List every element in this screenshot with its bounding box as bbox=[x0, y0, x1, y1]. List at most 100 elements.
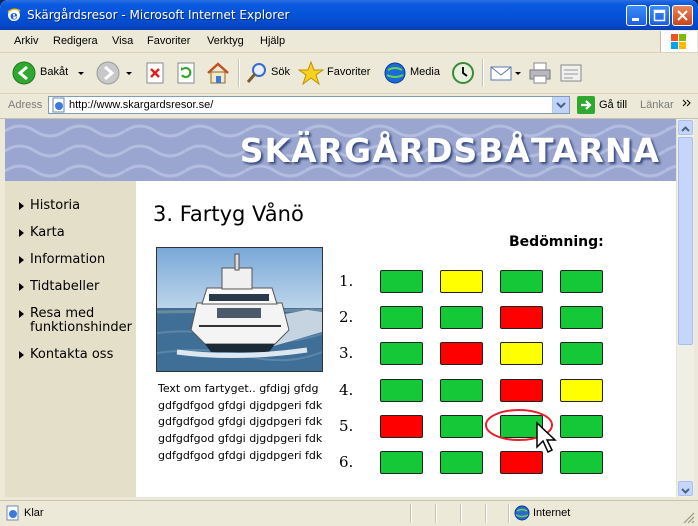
print-icon[interactable] bbox=[527, 61, 553, 85]
chevron-right-icon[interactable] bbox=[682, 98, 692, 110]
address-url[interactable]: http://www.skargardsresor.se/ bbox=[69, 99, 213, 111]
chevron-down-icon bbox=[681, 488, 690, 494]
back-icon[interactable] bbox=[12, 61, 36, 85]
rating-cell-green[interactable] bbox=[560, 270, 603, 293]
maximize-button[interactable] bbox=[649, 5, 670, 26]
address-bar: Adress http://www.skargardsresor.se/ Gå … bbox=[0, 94, 698, 119]
rating-cell-green[interactable] bbox=[380, 451, 423, 474]
search-icon[interactable] bbox=[245, 61, 269, 85]
rating-cell-green[interactable] bbox=[440, 451, 483, 474]
favorites-icon[interactable] bbox=[298, 61, 324, 85]
rating-cell-green[interactable] bbox=[560, 342, 603, 365]
ship-description: Text om fartyget.. gfdigj gfdg gdfgdfgod… bbox=[158, 382, 323, 462]
history-icon[interactable] bbox=[450, 61, 476, 85]
rating-cell-red[interactable] bbox=[500, 379, 543, 402]
site-banner: SKÄRGÅRDSBÅTARNA bbox=[5, 119, 676, 181]
web-page: SKÄRGÅRDSBÅTARNA Historia Karta Informat… bbox=[5, 119, 676, 497]
scroll-thumb[interactable] bbox=[678, 137, 693, 345]
rating-cell-green[interactable] bbox=[380, 379, 423, 402]
browser-window: e Skärgårdsresor - Microsoft Internet Ex… bbox=[0, 0, 698, 526]
ship-photo bbox=[156, 247, 323, 372]
rating-cell-green[interactable] bbox=[440, 415, 483, 438]
media-icon[interactable] bbox=[383, 61, 407, 85]
links-button[interactable]: Länkar bbox=[640, 99, 674, 111]
minimize-button[interactable] bbox=[626, 5, 647, 26]
page-status-icon bbox=[6, 505, 19, 521]
arrow-right-icon bbox=[19, 351, 24, 359]
ie-icon: e bbox=[7, 9, 21, 23]
vertical-scrollbar[interactable] bbox=[676, 119, 694, 497]
mouse-cursor-icon bbox=[536, 421, 557, 454]
scroll-down-button[interactable] bbox=[678, 481, 693, 496]
media-button[interactable]: Media bbox=[410, 66, 440, 78]
forward-icon[interactable] bbox=[96, 61, 120, 85]
rating-title: Bedömning: bbox=[509, 234, 604, 250]
rating-cell-green[interactable] bbox=[500, 270, 543, 293]
menu-arkiv[interactable]: Arkiv bbox=[14, 35, 38, 47]
menu-favoriter[interactable]: Favoriter bbox=[147, 35, 190, 47]
maximize-icon bbox=[653, 9, 666, 22]
refresh-icon[interactable] bbox=[175, 61, 197, 85]
status-bar: Klar Internet bbox=[0, 500, 698, 526]
rating-row-number: 5. bbox=[339, 417, 354, 435]
scroll-up-button[interactable] bbox=[678, 120, 693, 135]
page-heading: 3. Fartyg Vånö bbox=[153, 202, 304, 226]
rating-cell-green[interactable] bbox=[440, 306, 483, 329]
menu-bar: Arkiv Redigera Visa Favoriter Verktyg Hj… bbox=[0, 30, 698, 53]
arrow-right-icon bbox=[19, 202, 24, 210]
sidebar-nav: Historia Karta Information Tidtabeller R… bbox=[5, 181, 136, 497]
mail-dropdown-icon[interactable] bbox=[513, 61, 523, 85]
rating-cell-red[interactable] bbox=[380, 415, 423, 438]
arrow-right-icon bbox=[19, 229, 24, 237]
address-dropdown-button[interactable] bbox=[552, 97, 569, 113]
rating-cell-red[interactable] bbox=[500, 306, 543, 329]
back-dropdown-icon[interactable] bbox=[76, 61, 86, 85]
stop-icon[interactable] bbox=[144, 61, 166, 85]
rating-cell-yellow[interactable] bbox=[440, 270, 483, 293]
back-button[interactable]: Bakåt bbox=[40, 66, 68, 78]
rating-cell-green[interactable] bbox=[440, 379, 483, 402]
rating-cell-green[interactable] bbox=[380, 342, 423, 365]
rating-cell-green[interactable] bbox=[380, 306, 423, 329]
favorites-button[interactable]: Favoriter bbox=[327, 66, 370, 78]
menu-redigera[interactable]: Redigera bbox=[53, 35, 98, 47]
site-title: SKÄRGÅRDSBÅTARNA bbox=[239, 131, 660, 170]
address-field[interactable]: http://www.skargardsresor.se/ bbox=[48, 96, 570, 114]
go-arrow-icon bbox=[577, 96, 595, 114]
arrow-right-icon bbox=[19, 256, 24, 264]
rating-cell-yellow[interactable] bbox=[500, 342, 543, 365]
toolbar-separator bbox=[482, 59, 484, 87]
security-zone: Internet bbox=[533, 507, 571, 519]
resize-grip-icon[interactable] bbox=[682, 511, 696, 525]
close-button[interactable] bbox=[672, 5, 693, 26]
home-icon[interactable] bbox=[205, 61, 231, 85]
rating-cell-green[interactable] bbox=[560, 306, 603, 329]
rating-row-number: 2. bbox=[339, 308, 354, 326]
rating-row-number: 3. bbox=[339, 344, 354, 362]
go-label: Gå till bbox=[599, 99, 628, 111]
rating-cell-red[interactable] bbox=[440, 342, 483, 365]
rating-cell-green[interactable] bbox=[380, 270, 423, 293]
search-button[interactable]: Sök bbox=[271, 66, 290, 78]
forward-dropdown-icon[interactable] bbox=[124, 61, 134, 85]
edit-icon[interactable] bbox=[559, 61, 583, 85]
globe-icon bbox=[514, 505, 530, 521]
rating-row-number: 6. bbox=[339, 453, 354, 471]
rating-cell-yellow[interactable] bbox=[560, 379, 603, 402]
rating-cell-green[interactable] bbox=[560, 451, 603, 474]
rating-cell-green[interactable] bbox=[560, 415, 603, 438]
rating-row-number: 1. bbox=[339, 272, 354, 290]
arrow-right-icon bbox=[19, 283, 24, 291]
minimize-icon bbox=[632, 18, 639, 21]
menu-hjalp[interactable]: Hjälp bbox=[260, 35, 285, 47]
ship-image bbox=[157, 248, 322, 371]
status-separator bbox=[485, 504, 487, 523]
close-icon bbox=[677, 10, 688, 21]
page-icon bbox=[52, 97, 65, 113]
menu-visa[interactable]: Visa bbox=[112, 35, 133, 47]
status-separator bbox=[410, 504, 412, 523]
status-separator bbox=[508, 504, 510, 523]
toolbar: Bakåt Sök Favoriter Media bbox=[0, 53, 698, 94]
menu-verktyg[interactable]: Verktyg bbox=[207, 35, 244, 47]
mail-icon[interactable] bbox=[489, 61, 513, 85]
